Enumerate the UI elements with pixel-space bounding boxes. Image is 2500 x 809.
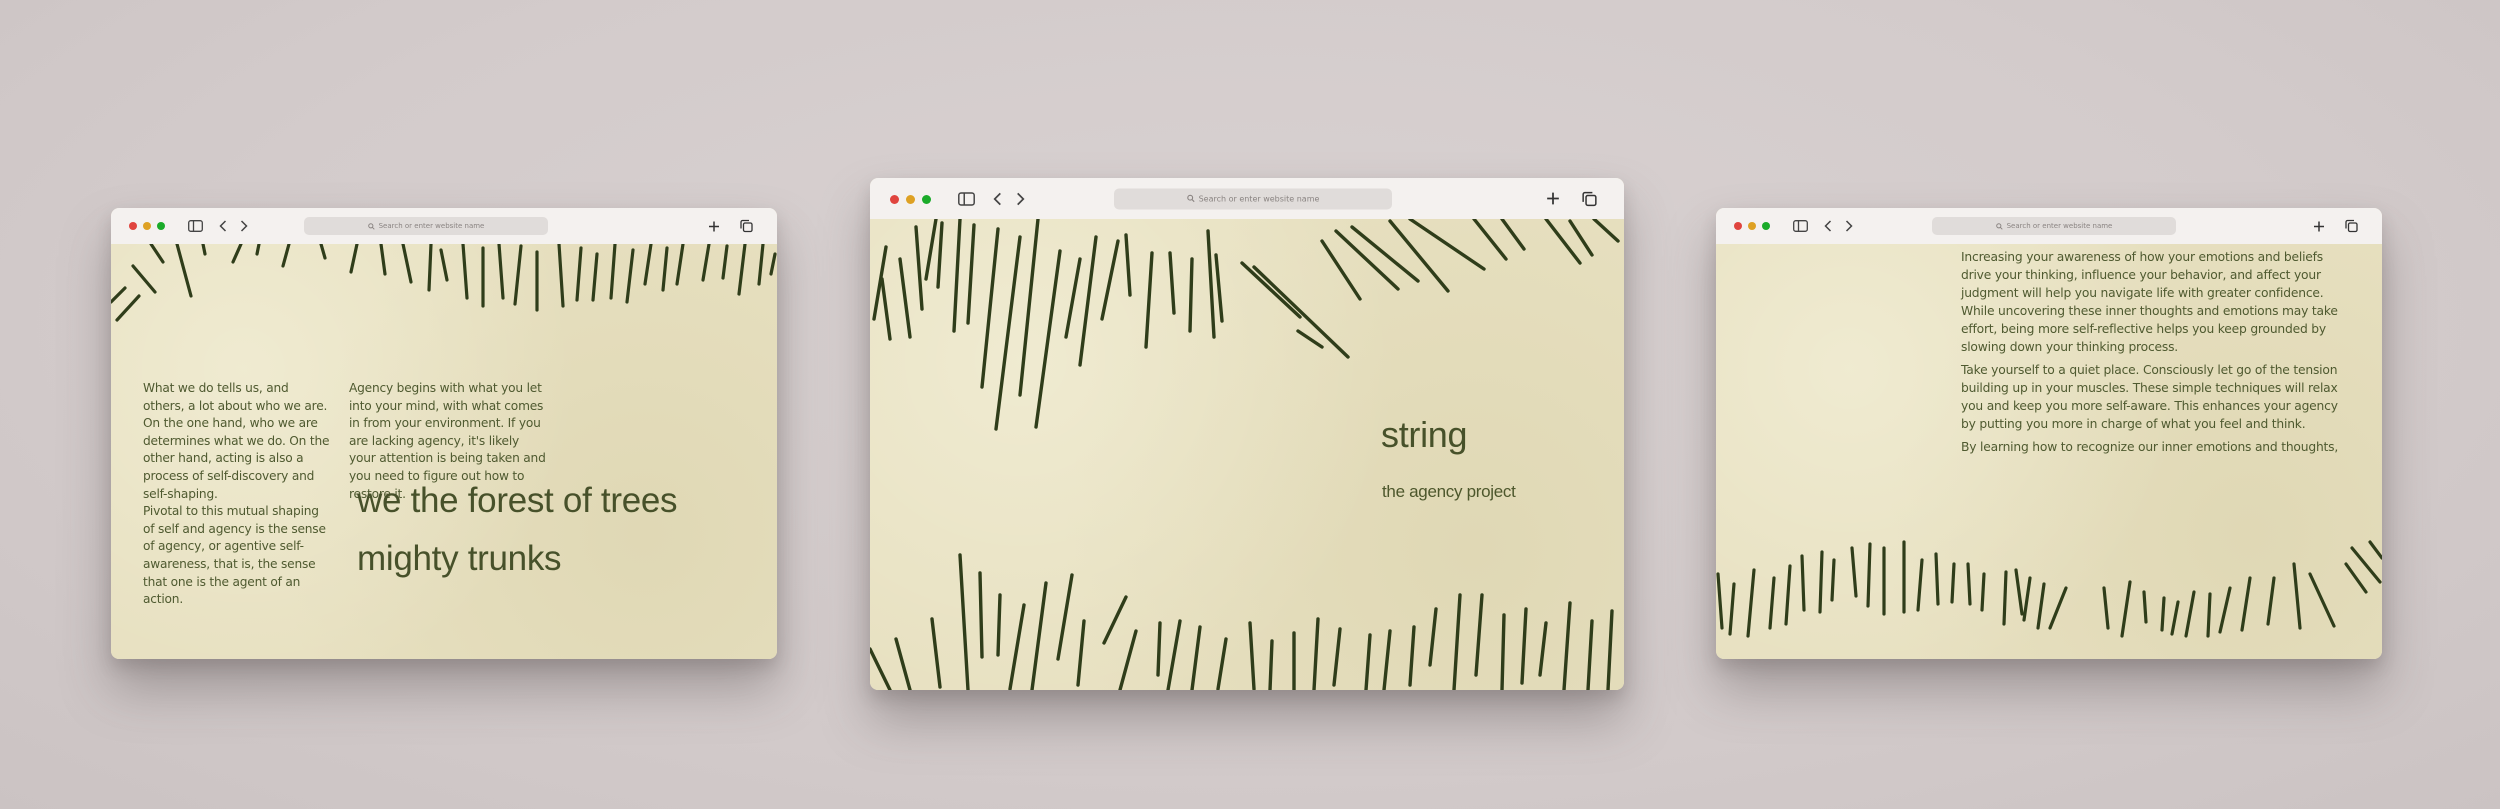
search-icon <box>1186 194 1195 203</box>
address-bar[interactable]: Search or enter website name <box>304 217 548 235</box>
minimize-window-button[interactable] <box>143 222 151 230</box>
sidebar-icon[interactable] <box>188 220 203 232</box>
forward-icon[interactable] <box>1016 192 1025 206</box>
traffic-lights <box>129 222 165 230</box>
close-window-button[interactable] <box>129 222 137 230</box>
new-tab-icon[interactable] <box>708 220 720 232</box>
article-paragraph-3: By learning how to recognize our inner e… <box>1961 440 2339 454</box>
site-title: string <box>1381 414 1468 455</box>
article-paragraph-2: Take yourself to a quiet place. Consciou… <box>1961 363 2338 431</box>
back-icon[interactable] <box>219 220 227 232</box>
forward-icon[interactable] <box>1845 220 1853 232</box>
page-content: What we do tells us, and others, a lot a… <box>111 244 777 659</box>
new-tab-icon[interactable] <box>1546 192 1560 206</box>
back-icon[interactable] <box>993 192 1002 206</box>
zoom-window-button[interactable] <box>922 195 931 204</box>
headline-trunks: mighty trunks <box>357 539 562 578</box>
embroidered-threads-illustration <box>870 219 1620 690</box>
page-content: string the agency project <box>870 219 1624 690</box>
tabs-overview-icon[interactable] <box>1582 191 1597 206</box>
browser-toolbar: Search or enter website name <box>1716 208 2382 245</box>
close-window-button[interactable] <box>1734 222 1742 230</box>
site-subtitle: the agency project <box>1382 482 1516 501</box>
article-text: Increasing your awareness of how your em… <box>1961 248 2341 456</box>
browser-window-left: Search or enter website name What we do … <box>111 208 777 659</box>
close-window-button[interactable] <box>890 195 899 204</box>
headline-forest: we the forest of trees <box>357 481 678 520</box>
address-bar[interactable]: Search or enter website name <box>1932 217 2176 235</box>
sidebar-icon[interactable] <box>1793 220 1808 232</box>
sidebar-icon[interactable] <box>958 192 975 206</box>
browser-window-center: Search or enter website name string the … <box>870 178 1624 690</box>
traffic-lights <box>890 195 931 204</box>
address-placeholder: Search or enter website name <box>1198 194 1320 203</box>
page-content: Increasing your awareness of how your em… <box>1716 244 2382 659</box>
tabs-overview-icon[interactable] <box>740 219 753 233</box>
intro-column-1: What we do tells us, and others, a lot a… <box>143 381 330 607</box>
zoom-window-button[interactable] <box>157 222 165 230</box>
article-paragraph-1: Increasing your awareness of how your em… <box>1961 250 2338 354</box>
browser-window-right: Search or enter website name Increasing … <box>1716 208 2382 659</box>
tabs-overview-icon[interactable] <box>2345 219 2358 233</box>
traffic-lights <box>1734 222 1770 230</box>
browser-toolbar: Search or enter website name <box>870 178 1624 220</box>
address-placeholder: Search or enter website name <box>378 222 485 230</box>
new-tab-icon[interactable] <box>2313 220 2325 232</box>
browser-toolbar: Search or enter website name <box>111 208 777 245</box>
minimize-window-button[interactable] <box>906 195 915 204</box>
address-placeholder: Search or enter website name <box>2006 222 2113 230</box>
minimize-window-button[interactable] <box>1748 222 1756 230</box>
zoom-window-button[interactable] <box>1762 222 1770 230</box>
search-icon <box>367 222 375 230</box>
forward-icon[interactable] <box>240 220 248 232</box>
back-icon[interactable] <box>1824 220 1832 232</box>
search-icon <box>1995 222 2003 230</box>
address-bar[interactable]: Search or enter website name <box>1114 188 1392 209</box>
